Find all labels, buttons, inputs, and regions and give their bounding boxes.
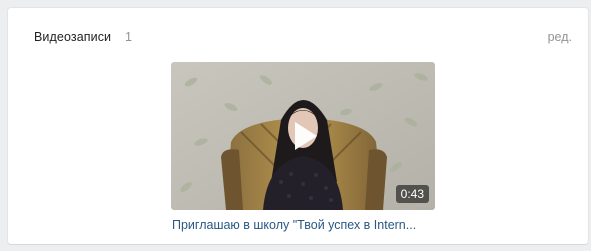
edit-link[interactable]: ред. <box>548 30 572 44</box>
videos-block-header: Видеозаписи 1 ред. <box>8 8 588 64</box>
video-thumbnail[interactable]: 0:43 <box>171 62 435 210</box>
play-icon[interactable] <box>283 116 323 156</box>
video-title-link[interactable]: Приглашаю в школу "Твой успех в Intern..… <box>172 218 416 232</box>
video-duration: 0:43 <box>395 185 429 203</box>
section-title[interactable]: Видеозаписи <box>34 30 111 44</box>
video-count: 1 <box>125 30 132 44</box>
videos-block: Видеозаписи 1 ред. 0:43 Приглашаю в школ… <box>8 8 588 244</box>
